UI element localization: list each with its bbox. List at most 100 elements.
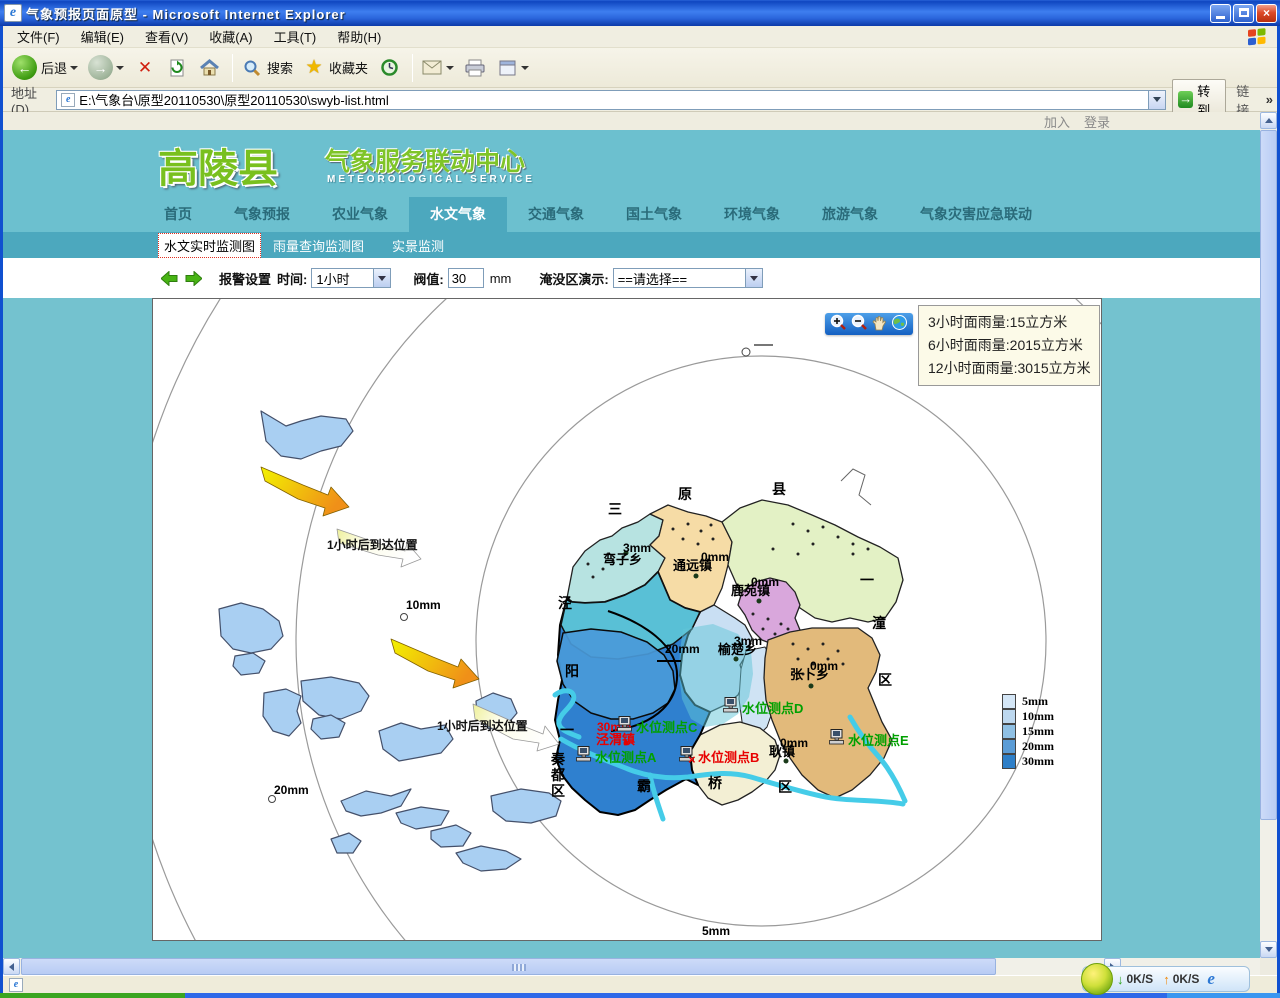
edit-icon — [496, 57, 518, 79]
minimize-button[interactable] — [1210, 4, 1231, 23]
maximize-button[interactable] — [1233, 4, 1254, 23]
download-speed: 0K/S — [1127, 972, 1154, 986]
time-select-arrow-icon[interactable] — [373, 269, 390, 287]
water-station[interactable]: 水位测点C — [617, 716, 737, 736]
start-button-edge[interactable] — [0, 993, 185, 998]
edit-dropdown-icon[interactable] — [521, 66, 529, 70]
legend-swatch — [1002, 754, 1016, 769]
nav-tab[interactable]: 旅游气象 — [801, 197, 899, 232]
360-safety-icon[interactable] — [1081, 963, 1113, 995]
rainfall-info-box: 3小时面雨量:15立方米6小时面雨量:2015立方米12小时面雨量:3015立方… — [918, 305, 1100, 386]
station-label: 水位测点B — [698, 747, 759, 766]
water-station[interactable]: ×水位测点B — [679, 746, 799, 766]
address-dropdown-icon[interactable] — [1148, 91, 1165, 109]
nav-tab[interactable]: 环境气象 — [703, 197, 801, 232]
history-button[interactable] — [375, 55, 403, 81]
flood-select-arrow-icon[interactable] — [745, 269, 762, 287]
logo-subtitle: METEOROLOGICAL SERVICE — [327, 174, 535, 185]
horizontal-scroll-thumb[interactable] — [21, 958, 996, 975]
address-field[interactable]: e — [56, 90, 1166, 110]
back-icon: ← — [12, 55, 37, 80]
close-button[interactable]: × — [1256, 4, 1277, 23]
flood-demo-select[interactable]: ==请选择== — [613, 268, 763, 288]
water-station[interactable]: 水位测点A — [576, 746, 696, 766]
menu-item[interactable]: 文件(F) — [11, 25, 66, 48]
page-viewport: 加入 登录 高陵县 气象服务联动中心 METEOROLOGICAL SERVIC… — [3, 112, 1277, 958]
vertical-scrollbar[interactable] — [1260, 112, 1277, 958]
subnav-item[interactable]: 实景监测 — [392, 236, 444, 255]
legend-row: 30mm — [1002, 754, 1054, 769]
menu-item[interactable]: 收藏(A) — [203, 25, 258, 48]
computer-icon — [723, 701, 740, 716]
home-button[interactable] — [195, 55, 223, 81]
main-nav: 首页气象预报农业气象水文气象交通气象国土气象环境气象旅游气象气象灾害应急联动 — [3, 197, 1260, 232]
time-select[interactable]: 1小时 — [311, 268, 391, 288]
globe-icon[interactable] — [891, 314, 908, 334]
prev-arrow-button[interactable] — [161, 271, 178, 286]
speed-monitor-widget[interactable]: ↓ 0K/S ↑ 0K/S e — [1082, 966, 1250, 992]
station-label: 水位测点D — [742, 698, 803, 717]
subnav-item[interactable]: 雨量查询监测图 — [273, 236, 364, 255]
legend-swatch — [1002, 739, 1016, 754]
info-line: 12小时面雨量:3015立方米 — [928, 357, 1090, 380]
pan-hand-icon[interactable] — [871, 315, 887, 334]
forward-icon: → — [88, 55, 113, 80]
edit-button[interactable] — [493, 55, 532, 81]
search-button[interactable]: 搜索 — [238, 55, 296, 81]
station-label: 水位测点A — [595, 747, 656, 766]
vertical-scroll-thumb[interactable] — [1260, 130, 1277, 820]
back-button[interactable]: ← 后退 — [9, 53, 81, 82]
toolbar-separator — [232, 54, 233, 82]
browser-toolbar: ← 后退 → ✕ 搜索 ★ 收藏 — [3, 48, 1277, 88]
forecast-arrows — [337, 529, 559, 751]
menu-item[interactable]: 帮助(H) — [331, 25, 387, 48]
nav-tab[interactable]: 国土气象 — [605, 197, 703, 232]
favorites-button[interactable]: ★ 收藏夹 — [300, 55, 371, 81]
forward-dropdown-icon[interactable] — [116, 66, 124, 70]
map-label: 1小时后到达位置 — [327, 539, 418, 552]
window-title: 气象预报页面原型 - Microsoft Internet Explorer — [26, 4, 346, 23]
zoom-in-icon[interactable] — [830, 314, 847, 334]
nav-tab[interactable]: 农业气象 — [311, 197, 409, 232]
stop-icon: ✕ — [134, 57, 156, 79]
join-link[interactable]: 加入 — [1044, 112, 1070, 131]
zoom-out-icon[interactable] — [851, 314, 868, 334]
windows-taskbar[interactable] — [0, 993, 1280, 998]
menu-item[interactable]: 工具(T) — [268, 25, 323, 48]
water-station[interactable]: 水位测点D — [723, 697, 843, 717]
mail-dropdown-icon[interactable] — [446, 66, 454, 70]
water-station[interactable]: 水位测点E — [829, 729, 949, 749]
time-label: 时间: — [277, 269, 307, 288]
stop-button[interactable]: ✕ — [131, 55, 159, 81]
map-label: 区 — [778, 780, 792, 795]
scroll-up-button[interactable] — [1260, 112, 1277, 129]
forward-button[interactable]: → — [85, 53, 127, 82]
next-arrow-button[interactable] — [185, 271, 202, 286]
scroll-left-button[interactable] — [3, 958, 20, 975]
menu-item[interactable]: 查看(V) — [139, 25, 194, 48]
login-link[interactable]: 登录 — [1084, 112, 1110, 131]
print-button[interactable] — [461, 55, 489, 81]
address-input[interactable] — [79, 92, 1148, 107]
threshold-input[interactable] — [448, 268, 484, 288]
nav-tab[interactable]: 水文气象 — [409, 197, 507, 232]
refresh-button[interactable] — [163, 55, 191, 81]
menu-item[interactable]: 编辑(E) — [75, 25, 130, 48]
scroll-down-button[interactable] — [1260, 941, 1277, 958]
nav-tab[interactable]: 气象灾害应急联动 — [899, 197, 1053, 232]
storm-motion-arrows — [261, 467, 479, 688]
rainfall-map[interactable]: 3小时面雨量:15立方米6小时面雨量:2015立方米12小时面雨量:3015立方… — [152, 298, 1102, 941]
rainfall-legend: 5mm10mm15mm20mm30mm — [1002, 694, 1054, 769]
nav-tab[interactable]: 交通气象 — [507, 197, 605, 232]
back-dropdown-icon[interactable] — [70, 66, 78, 70]
legend-label: 20mm — [1022, 739, 1054, 754]
nav-tab[interactable]: 气象预报 — [213, 197, 311, 232]
legend-swatch — [1002, 694, 1016, 709]
map-label: 20mm — [665, 643, 700, 656]
nav-tab[interactable]: 首页 — [143, 197, 213, 232]
ie-tray-icon[interactable]: e — [1207, 969, 1215, 989]
go-arrow-icon: → — [1178, 91, 1193, 108]
upload-arrow-icon: ↑ — [1163, 972, 1170, 987]
subnav-item[interactable]: 水文实时监测图 — [158, 233, 261, 258]
mail-button[interactable] — [418, 55, 457, 81]
